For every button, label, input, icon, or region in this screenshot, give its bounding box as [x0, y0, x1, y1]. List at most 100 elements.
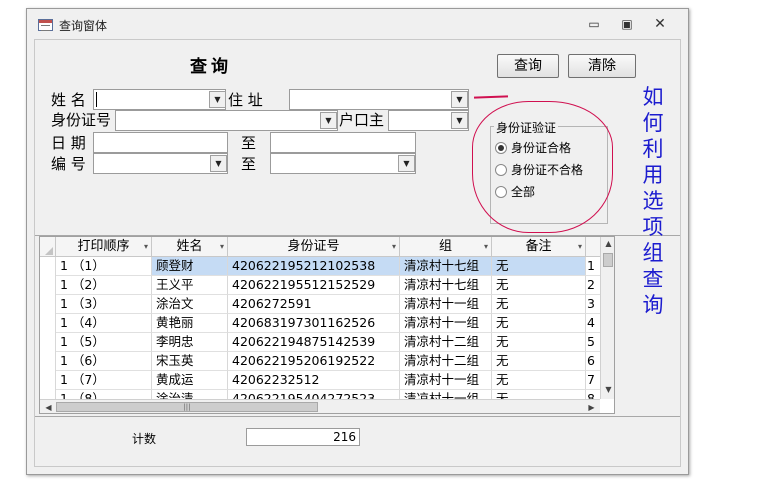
table-cell[interactable]: 1 （6）	[56, 352, 152, 371]
table-cell[interactable]: 王义平	[152, 276, 228, 295]
table-row[interactable]: 1 （3） 涂治文 4206272591 清凉村十一组无 3	[40, 295, 600, 314]
table-row[interactable]: 1 （4） 黄艳丽 420683197301162526 清凉村十一组无 4	[40, 314, 600, 333]
table-row[interactable]: 1 （6） 宋玉英 420622195206192522 清凉村十二组无 6	[40, 352, 600, 371]
table-cell[interactable]: 黄成运	[152, 371, 228, 390]
table-cell[interactable]: 420622195212102538	[228, 257, 400, 276]
table-cell[interactable]: 涂治文	[152, 295, 228, 314]
table-cell[interactable]: 无	[492, 333, 586, 352]
table-cell[interactable]: 无	[492, 314, 586, 333]
sort-arrow-icon[interactable]: ▾	[484, 237, 488, 256]
column-header-remarks[interactable]: 备注 ▾	[492, 237, 586, 257]
row-selector[interactable]	[40, 371, 56, 390]
number-to-dropdown-button[interactable]: ▼	[398, 155, 415, 172]
column-header-print-order[interactable]: 打印顺序 ▾	[56, 237, 152, 257]
table-cell[interactable]: 无	[492, 295, 586, 314]
address-dropdown-button[interactable]: ▼	[451, 91, 468, 108]
table-cell[interactable]: 清凉村十一组	[400, 371, 492, 390]
horizontal-scrollbar[interactable]: ◀ ||| ▶	[40, 399, 600, 413]
table-cell[interactable]: 420683197301162526	[228, 314, 400, 333]
scroll-right-icon[interactable]: ▶	[584, 403, 599, 412]
table-row[interactable]: 1 （7） 黄成运 42062232512 清凉村十一组无 7	[40, 371, 600, 390]
maximize-button[interactable]: ▣	[618, 17, 636, 33]
row-selector[interactable]	[40, 314, 56, 333]
row-selector[interactable]	[40, 333, 56, 352]
scroll-down-icon[interactable]: ▼	[601, 385, 614, 394]
sort-arrow-icon[interactable]: ▾	[220, 237, 224, 256]
sort-arrow-icon[interactable]: ▾	[144, 237, 148, 256]
scroll-left-icon[interactable]: ◀	[41, 403, 56, 412]
number-from-dropdown-button[interactable]: ▼	[210, 155, 227, 172]
household-head-dropdown-button[interactable]: ▼	[451, 112, 468, 129]
name-input[interactable]	[93, 89, 226, 110]
column-header-name[interactable]: 姓名 ▾	[152, 237, 228, 257]
row-selector[interactable]	[40, 352, 56, 371]
table-cell[interactable]: 黄艳丽	[152, 314, 228, 333]
row-selector[interactable]	[40, 257, 56, 276]
select-all-corner[interactable]	[40, 237, 56, 257]
table-cell[interactable]: 无	[492, 257, 586, 276]
table-cell[interactable]: 5	[586, 333, 600, 352]
scroll-up-icon[interactable]: ▲	[601, 239, 614, 248]
name-dropdown-button[interactable]: ▼	[209, 91, 226, 108]
table-cell[interactable]: 420622195206192522	[228, 352, 400, 371]
table-cell[interactable]: 4	[586, 314, 600, 333]
id-number-dropdown-button[interactable]: ▼	[320, 112, 337, 129]
table-cell[interactable]: 7	[586, 371, 600, 390]
column-header-group[interactable]: 组 ▾	[400, 237, 492, 257]
table-cell[interactable]: 无	[492, 276, 586, 295]
form-heading: 查询	[190, 57, 232, 77]
table-cell[interactable]: 1 （5）	[56, 333, 152, 352]
column-header-id-number[interactable]: 身份证号 ▾	[228, 237, 400, 257]
date-label: 日 期	[51, 134, 86, 152]
horizontal-scroll-thumb[interactable]: |||	[56, 402, 318, 412]
table-cell[interactable]: 无	[492, 352, 586, 371]
date-from-input[interactable]	[93, 132, 228, 153]
table-cell[interactable]: 顾登财	[152, 257, 228, 276]
table-cell[interactable]: 1	[586, 257, 600, 276]
table-cell[interactable]: 1 （2）	[56, 276, 152, 295]
table-cell[interactable]: 4206272591	[228, 295, 400, 314]
sort-arrow-icon[interactable]: ▾	[392, 237, 396, 256]
table-cell[interactable]: 1 （7）	[56, 371, 152, 390]
column-header-label: 身份证号	[287, 239, 340, 254]
table-row[interactable]: 1 （1） 顾登财 420622195212102538 清凉村十七组无 1	[40, 257, 600, 276]
table-cell[interactable]: 清凉村十二组	[400, 333, 492, 352]
number-from-input[interactable]	[93, 153, 228, 174]
number-label: 编 号	[51, 155, 86, 173]
clear-button[interactable]: 清除	[568, 54, 636, 78]
table-cell[interactable]: 1 （4）	[56, 314, 152, 333]
sort-arrow-icon[interactable]: ▾	[578, 237, 582, 256]
table-cell[interactable]: 3	[586, 295, 600, 314]
table-row[interactable]: 1 （5） 李明忠 420622194875142539 清凉村十二组无 5	[40, 333, 600, 352]
table-cell[interactable]: 清凉村十一组	[400, 314, 492, 333]
table-cell[interactable]: 1 （1）	[56, 257, 152, 276]
query-button[interactable]: 查询	[497, 54, 559, 78]
table-cell[interactable]: 6	[586, 352, 600, 371]
minimize-icon: ▭	[588, 17, 600, 31]
close-button[interactable]: ✕	[651, 17, 669, 33]
date-to-input[interactable]	[270, 132, 416, 153]
results-datasheet: 打印顺序 ▾ 姓名 ▾ 身份证号 ▾ 组 ▾ 备注 ▾ 1 （1） 顾登财 420622195…	[39, 236, 615, 414]
table-cell[interactable]: 清凉村十二组	[400, 352, 492, 371]
vertical-scroll-thumb[interactable]	[603, 253, 613, 267]
table-cell[interactable]: 420622195512152529	[228, 276, 400, 295]
minimize-button[interactable]: ▭	[585, 17, 603, 33]
table-cell[interactable]: 42062232512	[228, 371, 400, 390]
id-number-input[interactable]	[115, 110, 338, 131]
table-cell[interactable]: 李明忠	[152, 333, 228, 352]
table-cell[interactable]: 清凉村十一组	[400, 295, 492, 314]
table-cell[interactable]: 清凉村十七组	[400, 257, 492, 276]
table-cell[interactable]: 无	[492, 371, 586, 390]
row-selector[interactable]	[40, 276, 56, 295]
table-cell[interactable]: 清凉村十七组	[400, 276, 492, 295]
vertical-scrollbar[interactable]: ▲ ▼	[600, 237, 614, 399]
table-cell[interactable]: 420622194875142539	[228, 333, 400, 352]
table-cell[interactable]: 2	[586, 276, 600, 295]
number-to-input[interactable]	[270, 153, 416, 174]
address-input[interactable]	[289, 89, 469, 110]
table-row[interactable]: 1 （2） 王义平 420622195512152529 清凉村十七组无 2	[40, 276, 600, 295]
table-cell[interactable]: 1 （3）	[56, 295, 152, 314]
text-cursor	[96, 92, 97, 107]
row-selector[interactable]	[40, 295, 56, 314]
table-cell[interactable]: 宋玉英	[152, 352, 228, 371]
